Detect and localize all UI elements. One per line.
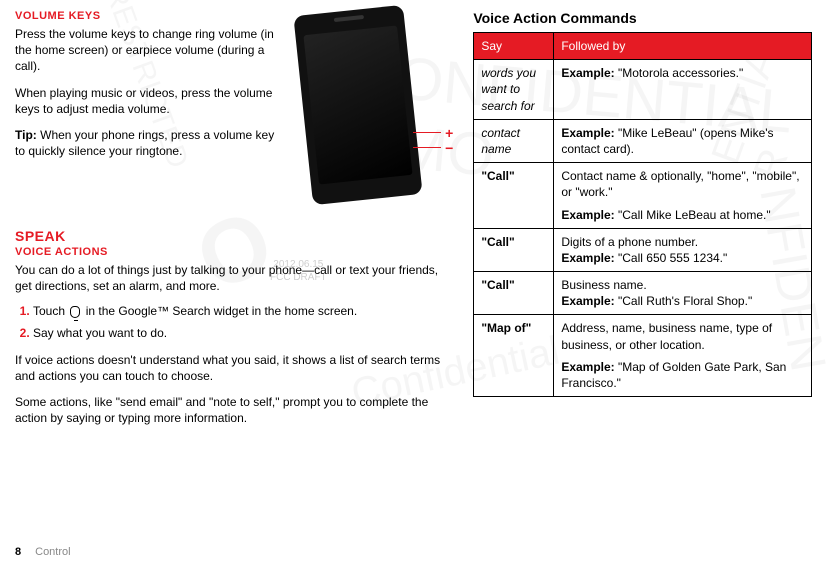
minus-icon: − xyxy=(445,140,453,156)
step-1: Touch in the Google™ Search widget in th… xyxy=(33,304,453,320)
example-label: Example: xyxy=(561,126,614,140)
follow-body: Business name. xyxy=(561,277,804,293)
voice-actions-post-1: If voice actions doesn't understand what… xyxy=(15,352,453,384)
example-label: Example: xyxy=(561,294,614,308)
voice-commands-table: Say Followed by words you want to search… xyxy=(473,32,812,397)
right-column: Voice Action Commands Say Followed by wo… xyxy=(473,10,812,436)
example-text: "Call Mike LeBeau at home." xyxy=(615,208,771,222)
table-row: "Map of" Address, name, business name, t… xyxy=(474,315,812,397)
follow-cell: Address, name, business name, type of bu… xyxy=(554,315,812,397)
follow-cell: Digits of a phone number. Example: "Call… xyxy=(554,228,812,271)
tip-label: Tip: xyxy=(15,128,37,142)
follow-body: Address, name, business name, type of bu… xyxy=(561,320,804,352)
page-number: 8 xyxy=(15,546,21,558)
table-row: words you want to search for Example: "M… xyxy=(474,60,812,120)
say-cell: "Map of" xyxy=(474,315,554,397)
voice-actions-post-2: Some actions, like "send email" and "not… xyxy=(15,394,453,426)
example-label: Example: xyxy=(561,251,614,265)
example-label: Example: xyxy=(561,208,614,222)
follow-cell: Contact name & optionally, "home", "mobi… xyxy=(554,163,812,229)
example-label: Example: xyxy=(561,360,614,374)
left-column: + − VOLUME KEYS Press the volume keys to… xyxy=(15,10,473,436)
phone-icon xyxy=(294,5,423,205)
footer: 8 Control xyxy=(15,546,71,558)
example-label: Example: xyxy=(561,66,614,80)
section-name: Control xyxy=(35,546,70,558)
voice-actions-intro: You can do a lot of things just by talki… xyxy=(15,262,453,294)
follow-body: Digits of a phone number. xyxy=(561,234,804,250)
table-row: contact name Example: "Mike LeBeau" (ope… xyxy=(474,119,812,162)
say-cell: contact name xyxy=(474,119,554,162)
col-header-followed-by: Followed by xyxy=(554,33,812,60)
microphone-icon xyxy=(70,306,80,318)
say-cell: words you want to search for xyxy=(474,60,554,120)
tip-text: When your phone rings, press a volume ke… xyxy=(15,128,274,158)
table-row: "Call" Business name. Example: "Call Rut… xyxy=(474,272,812,315)
follow-cell: Business name. Example: "Call Ruth's Flo… xyxy=(554,272,812,315)
follow-body: Contact name & optionally, "home", "mobi… xyxy=(561,168,804,200)
plus-icon: + xyxy=(445,125,453,141)
table-row: "Call" Contact name & optionally, "home"… xyxy=(474,163,812,229)
say-cell: "Call" xyxy=(474,228,554,271)
example-text: "Call 650 555 1234." xyxy=(615,251,728,265)
follow-cell: Example: "Mike LeBeau" (opens Mike's con… xyxy=(554,119,812,162)
step-2: Say what you want to do. xyxy=(33,326,453,342)
example-text: "Call Ruth's Floral Shop." xyxy=(615,294,753,308)
say-cell: "Call" xyxy=(474,163,554,229)
step-1-pre: Touch xyxy=(33,304,68,318)
example-text: "Motorola accessories." xyxy=(615,66,744,80)
voice-actions-heading: VOICE ACTIONS xyxy=(15,246,453,258)
step-1-post: in the Google™ Search widget in the home… xyxy=(82,304,357,318)
speak-heading: SPEAK xyxy=(15,228,453,244)
volume-leader-minus xyxy=(413,147,441,148)
table-row: "Call" Digits of a phone number. Example… xyxy=(474,228,812,271)
follow-cell: Example: "Motorola accessories." xyxy=(554,60,812,120)
volume-leader-plus xyxy=(413,132,441,133)
voice-commands-title: Voice Action Commands xyxy=(473,10,812,26)
say-cell: "Call" xyxy=(474,272,554,315)
col-header-say: Say xyxy=(474,33,554,60)
phone-illustration: + − xyxy=(293,10,453,210)
